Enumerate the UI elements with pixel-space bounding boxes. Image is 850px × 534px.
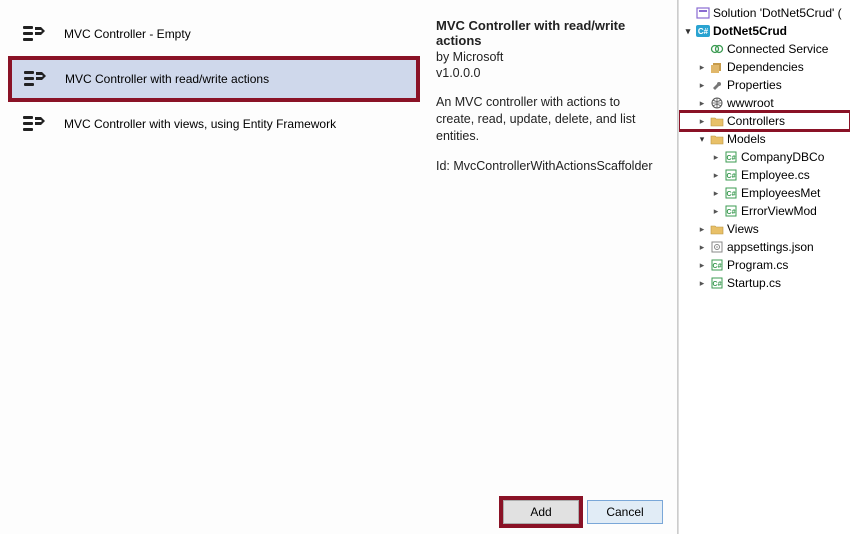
- node-model-file[interactable]: C# ErrorViewMod: [679, 202, 850, 220]
- folder-icon: [709, 114, 725, 128]
- controller-icon: [23, 67, 51, 91]
- cs-file-icon: C#: [723, 168, 739, 182]
- node-controllers[interactable]: Controllers: [679, 112, 850, 130]
- scaffold-list: MVC Controller - Empty MVC Controller wi…: [0, 0, 420, 490]
- node-label: Views: [727, 222, 759, 236]
- cs-file-icon: C#: [723, 204, 739, 218]
- dependencies-icon: [709, 60, 725, 74]
- description-version: v1.0.0.0: [436, 66, 661, 80]
- node-label: Connected Service: [727, 42, 828, 56]
- node-label: EmployeesMet: [741, 186, 820, 200]
- project-node[interactable]: C# DotNet5Crud: [679, 22, 850, 40]
- cs-file-icon: C#: [709, 258, 725, 272]
- description-id: Id: MvcControllerWithActionsScaffolder: [436, 159, 661, 173]
- solution-icon: [695, 6, 711, 20]
- solution-root[interactable]: Solution 'DotNet5Crud' (: [679, 4, 850, 22]
- scaffold-item-label: MVC Controller with views, using Entity …: [64, 117, 336, 131]
- svg-text:C#: C#: [727, 191, 736, 198]
- controller-icon: [22, 112, 50, 136]
- node-label: Controllers: [727, 114, 785, 128]
- scaffold-item-label: MVC Controller with read/write actions: [65, 72, 269, 86]
- description-author: by Microsoft: [436, 50, 661, 64]
- folder-icon: [709, 222, 725, 236]
- description-body: An MVC controller with actions to create…: [436, 94, 661, 145]
- folder-icon: [709, 132, 725, 146]
- description-panel: MVC Controller with read/write actions b…: [420, 0, 677, 490]
- cancel-button[interactable]: Cancel: [587, 500, 663, 524]
- scaffold-item-label: MVC Controller - Empty: [64, 27, 191, 41]
- node-model-file[interactable]: C# EmployeesMet: [679, 184, 850, 202]
- node-appsettings[interactable]: appsettings.json: [679, 238, 850, 256]
- node-label: appsettings.json: [727, 240, 814, 254]
- node-dependencies[interactable]: Dependencies: [679, 58, 850, 76]
- dialog-footer: Add Cancel: [0, 490, 677, 534]
- connected-services-icon: [709, 42, 725, 56]
- node-model-file[interactable]: C# CompanyDBCo: [679, 148, 850, 166]
- svg-text:C#: C#: [698, 27, 709, 36]
- add-button[interactable]: Add: [503, 500, 579, 524]
- node-label: Employee.cs: [741, 168, 810, 182]
- node-wwwroot[interactable]: wwwroot: [679, 94, 850, 112]
- description-title: MVC Controller with read/write actions: [436, 18, 661, 48]
- node-models[interactable]: Models: [679, 130, 850, 148]
- cs-file-icon: C#: [709, 276, 725, 290]
- svg-text:C#: C#: [727, 173, 736, 180]
- scaffold-item-ef[interactable]: MVC Controller with views, using Entity …: [8, 102, 420, 146]
- node-model-file[interactable]: C# Employee.cs: [679, 166, 850, 184]
- node-label: Properties: [727, 78, 782, 92]
- scaffold-item-empty[interactable]: MVC Controller - Empty: [8, 12, 420, 56]
- node-startup[interactable]: C# Startup.cs: [679, 274, 850, 292]
- node-connected-services[interactable]: Connected Service: [679, 40, 850, 58]
- scaffold-dialog: MVC Controller - Empty MVC Controller wi…: [0, 0, 678, 534]
- node-program[interactable]: C# Program.cs: [679, 256, 850, 274]
- svg-text:C#: C#: [727, 155, 736, 162]
- node-label: Dependencies: [727, 60, 804, 74]
- controller-icon: [22, 22, 50, 46]
- solution-explorer: Solution 'DotNet5Crud' ( C# DotNet5Crud …: [678, 0, 850, 534]
- node-views[interactable]: Views: [679, 220, 850, 238]
- svg-text:C#: C#: [727, 209, 736, 216]
- node-label: wwwroot: [727, 96, 774, 110]
- svg-text:C#: C#: [713, 281, 722, 288]
- node-label: CompanyDBCo: [741, 150, 824, 164]
- wrench-icon: [709, 78, 725, 92]
- globe-icon: [709, 96, 725, 110]
- node-label: Startup.cs: [727, 276, 781, 290]
- solution-root-label: Solution 'DotNet5Crud' (: [713, 6, 842, 20]
- scaffold-item-readwrite[interactable]: MVC Controller with read/write actions: [8, 56, 420, 102]
- node-label: ErrorViewMod: [741, 204, 817, 218]
- cs-file-icon: C#: [723, 150, 739, 164]
- csproj-icon: C#: [695, 24, 711, 38]
- node-label: Models: [727, 132, 766, 146]
- svg-text:C#: C#: [713, 263, 722, 270]
- json-file-icon: [709, 240, 725, 254]
- project-label: DotNet5Crud: [713, 24, 787, 38]
- node-label: Program.cs: [727, 258, 788, 272]
- cs-file-icon: C#: [723, 186, 739, 200]
- node-properties[interactable]: Properties: [679, 76, 850, 94]
